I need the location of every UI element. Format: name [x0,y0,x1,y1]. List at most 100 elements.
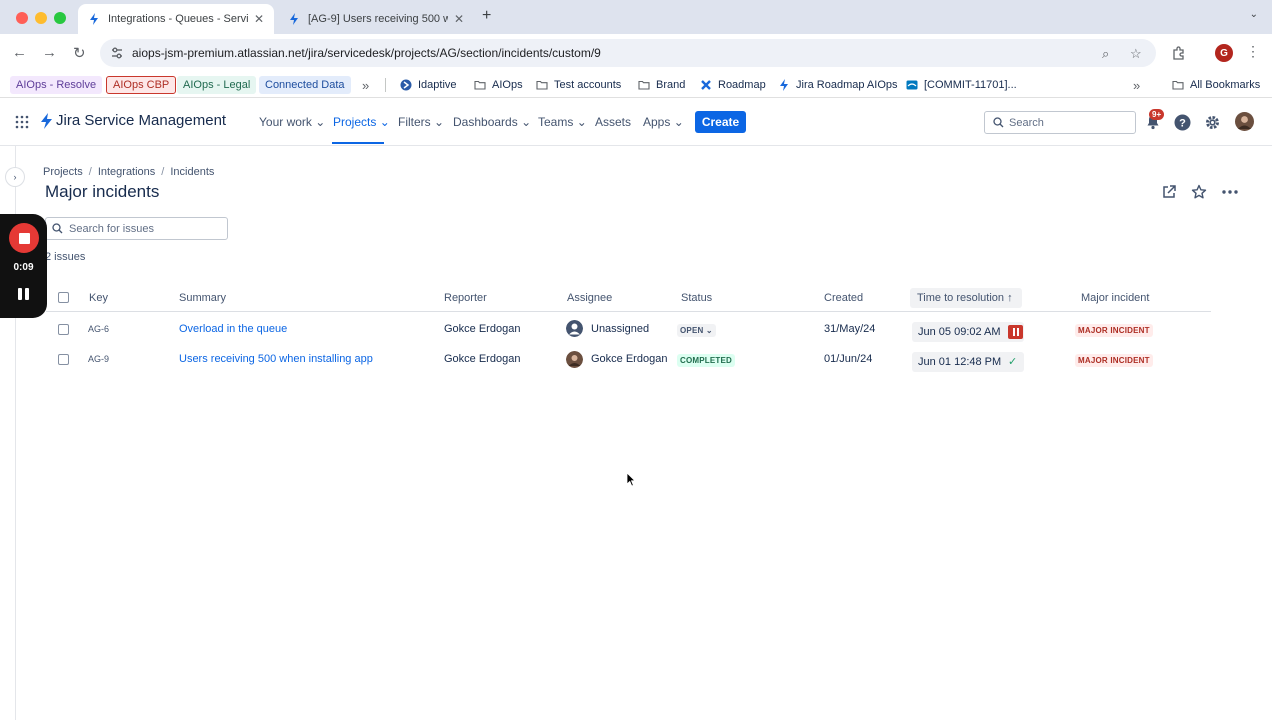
jira-bolt-icon [290,13,298,25]
idaptive-logo-icon [400,79,412,91]
nav-label: Apps [643,115,671,129]
column-header-status[interactable]: Status [681,292,712,304]
zoom-icon[interactable]: ⌕ [1102,46,1109,62]
forward-icon[interactable]: → [42,44,57,61]
breadcrumb-incidents[interactable]: Incidents [170,166,214,178]
maximize-window-button[interactable] [54,12,66,24]
extensions-icon[interactable] [1172,46,1186,60]
browser-tab-ag9[interactable]: [AG-9] Users receiving 500 w ✕ [278,4,474,34]
nav-projects[interactable]: Projects ⌄ [333,115,390,129]
user-avatar[interactable] [1235,112,1254,131]
profile-avatar[interactable]: G [1215,44,1233,62]
page-title: Major incidents [45,182,160,201]
column-header-major-incident[interactable]: Major incident [1081,292,1149,304]
issue-summary-link[interactable]: Users receiving 500 when installing app [179,353,373,365]
status-lozenge[interactable]: OPEN ⌄ [677,324,716,337]
more-actions-icon[interactable] [1222,190,1238,194]
confluence-x-icon [701,80,711,90]
nav-your-work[interactable]: Your work ⌄ [259,115,325,129]
bookmark-label: Idaptive [418,79,457,91]
bookmark-aiops-folder[interactable]: AIOps [474,76,523,94]
issue-search-input[interactable]: Search for issues [45,217,228,240]
nav-assets[interactable]: Assets [595,115,631,129]
bookmark-brand-folder[interactable]: Brand [638,76,685,94]
bookmarks-more-icon[interactable]: » [1133,76,1140,94]
nav-dashboards[interactable]: Dashboards ⌄ [453,115,531,129]
chevron-down-icon: ⌄ [315,115,326,129]
app-switcher-icon[interactable] [15,115,29,129]
nav-filters[interactable]: Filters ⌄ [398,115,444,129]
url-bar[interactable]: aiops-jsm-premium.atlassian.net/jira/ser… [100,39,1156,67]
back-icon[interactable]: ← [12,44,27,61]
global-search-input[interactable]: Search [984,111,1136,134]
bookmark-commit-11701[interactable]: [COMMIT-11701]... [906,76,1017,94]
stop-recording-button[interactable] [9,223,39,253]
breadcrumb-projects[interactable]: Projects [43,166,83,178]
search-icon [52,223,63,234]
row-checkbox[interactable] [58,324,69,335]
nav-apps[interactable]: Apps ⌄ [643,115,684,129]
bookmark-test-accounts-folder[interactable]: Test accounts [536,76,621,94]
nav-label: Filters [398,115,431,129]
browser-tab-integrations[interactable]: Integrations - Queues - Servi ✕ [78,4,274,34]
help-icon[interactable]: ? [1174,114,1191,131]
column-header-assignee[interactable]: Assignee [567,292,612,304]
bookmark-label: [COMMIT-11701]... [924,79,1017,91]
star-icon[interactable] [1191,184,1207,200]
bookmark-aiops-resolve[interactable]: AIOps - Resolve [10,76,103,94]
nav-label: Your work [259,115,312,129]
issue-key[interactable]: AG-9 [88,354,109,364]
select-all-checkbox[interactable] [58,292,69,303]
open-external-icon[interactable] [1161,184,1177,200]
assignee-name: Gokce Erdogan [591,353,668,365]
column-header-time-to-resolution[interactable]: Time to resolution ↑ [917,292,1013,304]
assignee-name: Unassigned [591,323,650,335]
bookmark-connected-data[interactable]: Connected Data [259,76,351,94]
pause-recording-icon[interactable] [18,288,30,300]
bookmark-roadmap[interactable]: Roadmap [700,76,766,94]
jira-top-nav: Jira Service Management Your work ⌄ Proj… [0,98,1272,146]
column-header-key[interactable]: Key [89,292,108,304]
close-window-button[interactable] [16,12,28,24]
minimize-window-button[interactable] [35,12,47,24]
breadcrumb: Projects / Integrations / Incidents [43,166,214,178]
column-header-created[interactable]: Created [824,292,863,304]
bookmark-jira-roadmap-aiops[interactable]: Jira Roadmap AIOps [778,76,898,94]
product-name: Jira Service Management [56,112,227,129]
status-lozenge[interactable]: COMPLETED [677,354,736,367]
tab-search-chevron-icon[interactable]: ⌄ [1250,9,1258,20]
column-header-reporter[interactable]: Reporter [444,292,487,304]
reload-icon[interactable]: ↻ [73,44,86,62]
issue-summary-link[interactable]: Overload in the queue [179,323,287,335]
site-settings-icon[interactable] [110,46,124,60]
sla-value: Jun 05 09:02 AM [918,326,1001,338]
jira-bolt-icon [90,13,98,25]
column-header-summary[interactable]: Summary [179,292,226,304]
close-tab-icon[interactable]: ✕ [454,12,464,26]
breadcrumb-integrations[interactable]: Integrations [98,166,155,178]
jsm-logo[interactable]: Jira Service Management [40,112,226,129]
major-incident-lozenge: MAJOR INCIDENT [1075,324,1153,337]
bookmark-aiops-legal[interactable]: AIOps - Legal [177,76,257,94]
major-incident-lozenge: MAJOR INCIDENT [1075,354,1153,367]
mouse-cursor-icon [626,472,636,487]
folder-icon [474,80,486,90]
bookmark-idaptive[interactable]: Idaptive [400,76,457,94]
new-tab-icon[interactable]: + [482,7,491,25]
create-button[interactable]: Create [695,111,746,133]
issue-key[interactable]: AG-6 [88,324,109,334]
bookmarks-overflow-icon[interactable]: » [362,76,369,94]
browser-menu-icon[interactable]: ⋮ [1246,43,1260,60]
row-checkbox[interactable] [58,354,69,365]
settings-gear-icon[interactable] [1204,114,1221,131]
bookmark-aiops-cbp[interactable]: AIOps CBP [106,76,177,94]
nav-teams[interactable]: Teams ⌄ [538,115,587,129]
bookmark-star-icon[interactable]: ☆ [1130,46,1142,62]
close-tab-icon[interactable]: ✕ [254,12,264,26]
breadcrumb-separator: / [161,166,165,178]
recording-timer: 0:09 [13,262,34,273]
expand-sidebar-chevron-icon[interactable]: › [6,168,24,186]
created-date: 31/May/24 [824,323,876,335]
all-bookmarks-folder[interactable]: All Bookmarks [1172,76,1260,94]
bookmark-label: Jira Roadmap AIOps [796,79,898,91]
